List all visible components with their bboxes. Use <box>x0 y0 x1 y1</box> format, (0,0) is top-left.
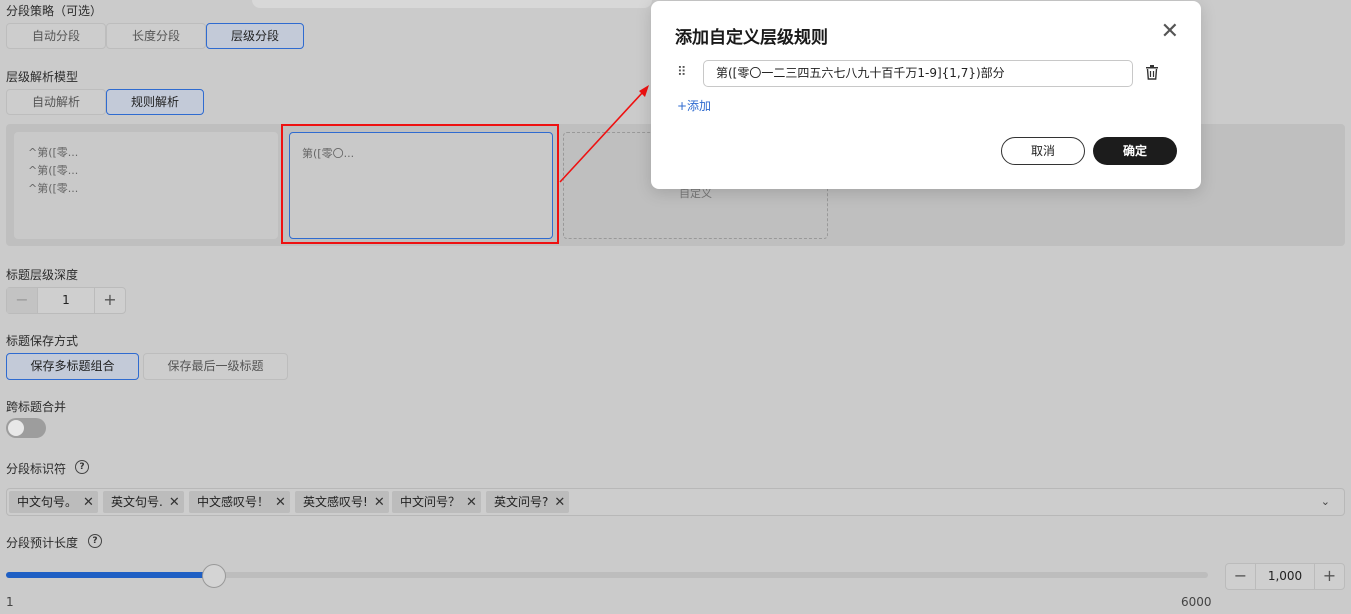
depth-increment-button[interactable]: + <box>94 288 125 313</box>
rule-card-preset[interactable]: ^第([零... ^第([零... ^第([零... <box>14 132 278 239</box>
overlay-shadow <box>252 0 652 8</box>
trash-icon[interactable] <box>1145 65 1159 80</box>
close-icon[interactable]: ✕ <box>554 492 565 514</box>
heading-depth-stepper: − 1 + <box>6 287 126 314</box>
slider-max-label: 6000 <box>1181 595 1212 609</box>
marker-tag: 英文感叹号! ✕ <box>295 491 389 513</box>
cross-merge-label: 跨标题合并 <box>6 400 67 414</box>
length-number-input: − 1,000 + <box>1225 563 1345 590</box>
add-rule-link[interactable]: +添加 <box>677 97 711 114</box>
heading-save-label: 标题保存方式 <box>6 334 79 348</box>
slider-min-label: 1 <box>6 595 14 609</box>
parse-auto-button[interactable]: 自动解析 <box>6 89 106 115</box>
close-icon[interactable]: ✕ <box>466 492 477 514</box>
length-value[interactable]: 1,000 <box>1256 564 1314 589</box>
strategy-level-button[interactable]: 层级分段 <box>206 23 304 49</box>
close-icon[interactable]: ✕ <box>374 492 385 514</box>
heading-depth-label: 标题层级深度 <box>6 268 79 282</box>
help-icon[interactable]: ? <box>75 460 89 474</box>
length-decrement-button[interactable]: − <box>1226 564 1256 589</box>
segment-markers-label: 分段标识符 <box>6 462 67 476</box>
toggle-knob <box>8 420 24 436</box>
depth-decrement-button[interactable]: − <box>7 288 38 313</box>
help-icon[interactable]: ? <box>88 534 102 548</box>
parse-rule-button[interactable]: 规则解析 <box>106 89 204 115</box>
dialog-title: 添加自定义层级规则 <box>675 28 828 48</box>
highlight-box <box>281 124 559 244</box>
close-icon[interactable]: ✕ <box>1161 21 1179 43</box>
save-all-headings-button[interactable]: 保存多标题组合 <box>6 353 139 380</box>
cancel-button[interactable]: 取消 <box>1001 137 1085 165</box>
depth-value[interactable]: 1 <box>38 288 94 313</box>
chevron-down-icon[interactable]: ⌄ <box>1321 495 1330 508</box>
length-slider-fill <box>6 572 214 578</box>
annotation-arrow <box>559 85 649 183</box>
strategy-auto-button[interactable]: 自动分段 <box>6 23 106 49</box>
rule-line: ^第([零... <box>28 182 79 195</box>
segment-markers-select[interactable]: 中文句号。 ✕ 英文句号. ✕ 中文感叹号！ ✕ 英文感叹号! ✕ 中文问号？ ✕ 英文问… <box>6 488 1345 516</box>
confirm-button[interactable]: 确定 <box>1093 137 1177 165</box>
save-last-heading-button[interactable]: 保存最后一级标题 <box>143 353 288 380</box>
segment-strategy-label: 分段策略（可选） <box>6 4 103 18</box>
rule-line: ^第([零... <box>28 146 79 159</box>
marker-tag: 中文句号。 ✕ <box>9 491 98 513</box>
strategy-length-button[interactable]: 长度分段 <box>106 23 206 49</box>
parse-model-label: 层级解析模型 <box>6 70 79 84</box>
close-icon[interactable]: ✕ <box>275 492 286 514</box>
close-icon[interactable]: ✕ <box>169 492 180 514</box>
rule-input[interactable]: 第([零〇一二三四五六七八九十百千万1-9]{1,7})部分 <box>703 60 1133 87</box>
cross-merge-toggle[interactable] <box>6 418 46 438</box>
marker-tag: 英文句号. ✕ <box>103 491 184 513</box>
marker-tag: 英文问号? ✕ <box>486 491 570 514</box>
marker-tag: 中文问号？ ✕ <box>392 491 481 513</box>
length-increment-button[interactable]: + <box>1314 564 1344 589</box>
close-icon[interactable]: ✕ <box>83 492 94 514</box>
length-slider-handle[interactable] <box>202 564 226 588</box>
drag-handle-icon[interactable]: ⠿ <box>677 65 686 80</box>
segment-length-label: 分段预计长度 <box>6 536 79 550</box>
rule-line: ^第([零... <box>28 164 79 177</box>
add-rule-dialog: 添加自定义层级规则 ✕ ⠿ 第([零〇一二三四五六七八九十百千万1-9]{1,7… <box>651 1 1201 189</box>
marker-tag: 中文感叹号！ ✕ <box>189 491 290 513</box>
